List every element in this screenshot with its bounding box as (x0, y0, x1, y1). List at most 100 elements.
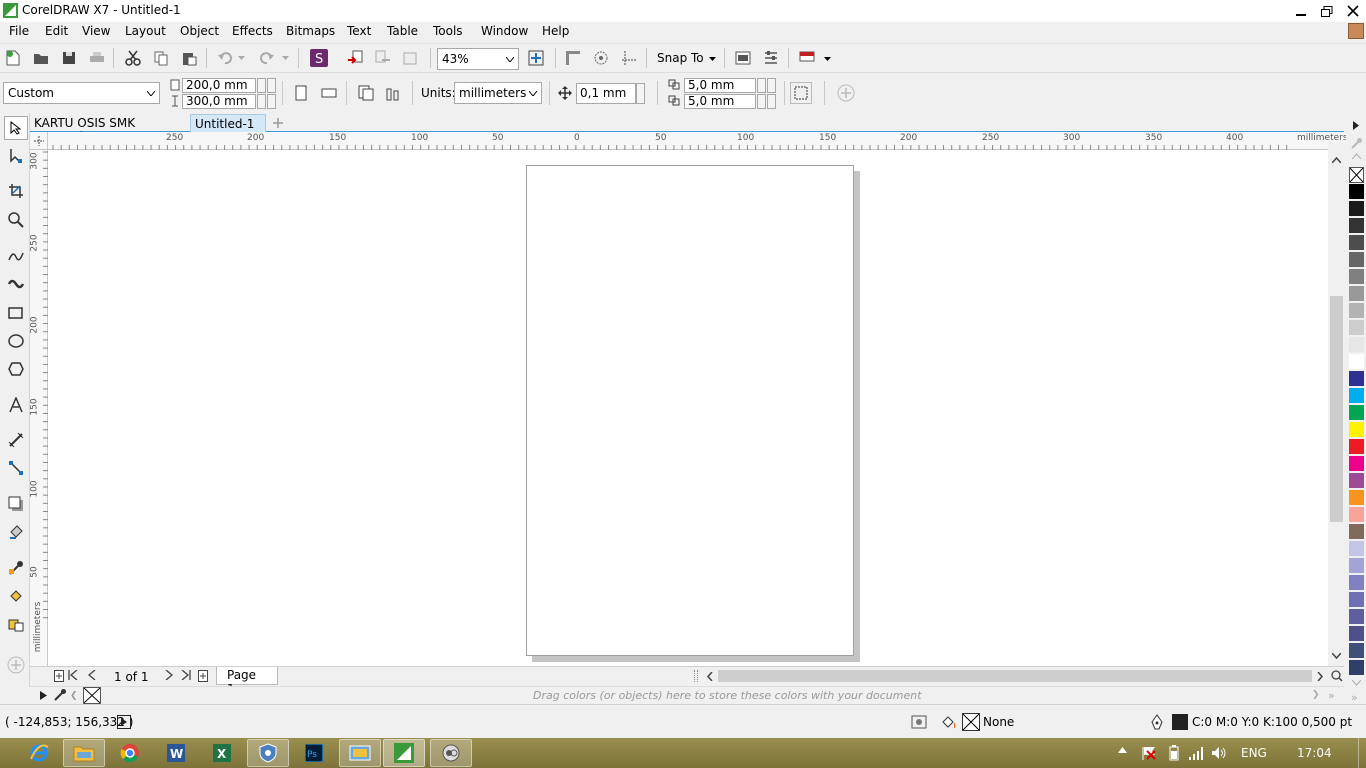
taskbar-chrome-icon[interactable] (109, 739, 151, 767)
scroll-down-icon[interactable] (1332, 653, 1341, 659)
open-folder-icon[interactable] (30, 47, 52, 69)
show-rulers-icon[interactable] (562, 47, 584, 69)
taskbar-shield-app-icon[interactable] (247, 739, 289, 767)
menu-table[interactable]: Table (387, 24, 418, 38)
portrait-icon[interactable] (290, 82, 312, 104)
page-width-lock[interactable] (267, 78, 276, 93)
menu-effects[interactable]: Effects (232, 24, 273, 38)
color-eyedropper-tool-icon[interactable] (4, 556, 28, 580)
transparency-tool-icon[interactable] (4, 520, 28, 544)
smart-fill-tool-icon[interactable] (4, 612, 28, 636)
horizontal-ruler[interactable]: 250 200 150 100 50 0 50 100 150 200 250 … (48, 132, 1348, 150)
scroll-left-icon[interactable] (702, 668, 718, 684)
menu-window[interactable]: Window (481, 24, 528, 38)
color-swatch[interactable] (1349, 354, 1364, 370)
add-page-before-icon[interactable] (52, 669, 66, 683)
tray-network-icon[interactable] (1188, 745, 1204, 761)
scroll-right-icon[interactable] (1312, 668, 1328, 684)
page-width-input[interactable]: 200,0 mm (182, 78, 256, 93)
zoom-level-dropdown[interactable]: 43% (437, 48, 519, 70)
color-swatch[interactable] (1349, 524, 1364, 540)
color-swatch[interactable] (1349, 507, 1364, 523)
vertical-scroll-thumb[interactable] (1330, 296, 1343, 522)
duplicate-y-input[interactable]: 5,0 mm (684, 94, 756, 109)
page-size-preset-dropdown[interactable]: Custom (3, 82, 160, 104)
last-page-icon[interactable] (181, 670, 191, 680)
color-swatch[interactable] (1349, 456, 1364, 472)
print-icon[interactable] (86, 47, 108, 69)
drawing-canvas[interactable] (48, 150, 1328, 666)
fill-color-swatch[interactable] (962, 713, 980, 731)
taskbar-corel-connect-icon[interactable] (430, 739, 472, 767)
duplicate-x-arrow[interactable] (767, 78, 776, 93)
outline-pen-icon[interactable] (1150, 714, 1164, 730)
color-swatch[interactable] (1349, 388, 1364, 404)
current-page-icon[interactable] (383, 82, 405, 104)
paste-icon[interactable] (178, 47, 200, 69)
import-icon[interactable] (344, 47, 366, 69)
polygon-tool-icon[interactable] (4, 357, 28, 381)
treat-as-filled-icon[interactable] (790, 82, 812, 104)
show-grid-icon[interactable] (590, 47, 612, 69)
status-info-toggle-icon[interactable] (117, 715, 131, 729)
taskbar-coreldraw-icon[interactable] (383, 739, 425, 767)
add-page-after-icon[interactable] (196, 669, 210, 683)
no-color-swatch[interactable] (1349, 167, 1364, 183)
fill-bucket-icon[interactable] (940, 714, 958, 730)
color-swatch[interactable] (1349, 439, 1364, 455)
menu-edit[interactable]: Edit (45, 24, 68, 38)
tray-language[interactable]: ENG (1241, 746, 1267, 760)
document-palette-expand-icon[interactable] (40, 691, 47, 700)
menu-file[interactable]: File (9, 24, 29, 38)
color-swatch[interactable] (1349, 252, 1364, 268)
color-swatch[interactable] (1349, 269, 1364, 285)
color-swatch[interactable] (1349, 609, 1364, 625)
page-height-input[interactable]: 300,0 mm (182, 94, 256, 109)
crop-tool-icon[interactable] (4, 179, 28, 203)
new-document-icon[interactable] (2, 47, 24, 69)
page-height-lock[interactable] (267, 94, 276, 109)
duplicate-x-spinner[interactable] (757, 78, 766, 93)
copy-icon[interactable] (150, 47, 172, 69)
menu-object[interactable]: Object (180, 24, 219, 38)
undo-icon[interactable] (214, 47, 236, 69)
color-swatch[interactable] (1349, 320, 1364, 336)
user-account-icon[interactable] (1348, 23, 1364, 39)
splitter-handle[interactable] (694, 670, 698, 682)
snap-to-button[interactable]: Snap To (657, 51, 704, 65)
color-swatch[interactable] (1349, 337, 1364, 353)
duplicate-y-spinner[interactable] (757, 94, 766, 109)
drop-shadow-tool-icon[interactable] (4, 492, 28, 516)
snap-to-dropdown-icon[interactable] (709, 57, 716, 61)
nudge-distance-spinner[interactable] (636, 83, 645, 104)
zoom-tool-icon[interactable] (4, 208, 28, 232)
color-swatch[interactable] (1349, 218, 1364, 234)
tab-untitled-1[interactable]: Untitled-1 (190, 114, 266, 132)
show-desktop-button[interactable] (1358, 738, 1366, 768)
ruler-origin-icon[interactable] (30, 132, 48, 150)
menu-view[interactable]: View (82, 24, 110, 38)
pick-tool-icon[interactable] (4, 116, 28, 140)
minimize-button[interactable] (1288, 0, 1314, 22)
color-swatch[interactable] (1349, 235, 1364, 251)
full-screen-preview-icon[interactable] (525, 47, 547, 69)
document-page[interactable] (526, 165, 854, 656)
application-launcher-icon[interactable] (796, 47, 818, 69)
scroll-up-icon[interactable] (1332, 157, 1341, 163)
interactive-fill-tool-icon[interactable] (4, 584, 28, 608)
menu-layout[interactable]: Layout (125, 24, 166, 38)
close-button[interactable] (1340, 0, 1366, 22)
taskbar-excel-icon[interactable]: X (201, 739, 243, 767)
taskbar-folder-window-icon[interactable] (339, 739, 381, 767)
menu-help[interactable]: Help (542, 24, 569, 38)
menu-text[interactable]: Text (347, 24, 371, 38)
parallel-dimension-tool-icon[interactable] (4, 428, 28, 452)
color-swatch[interactable] (1349, 490, 1364, 506)
color-swatch[interactable] (1349, 626, 1364, 642)
shape-tool-icon[interactable] (4, 144, 28, 168)
restore-button[interactable] (1314, 0, 1340, 22)
text-tool-icon[interactable] (4, 393, 28, 417)
first-page-icon[interactable] (68, 670, 78, 680)
color-swatch[interactable] (1349, 643, 1364, 659)
landscape-icon[interactable] (318, 82, 340, 104)
